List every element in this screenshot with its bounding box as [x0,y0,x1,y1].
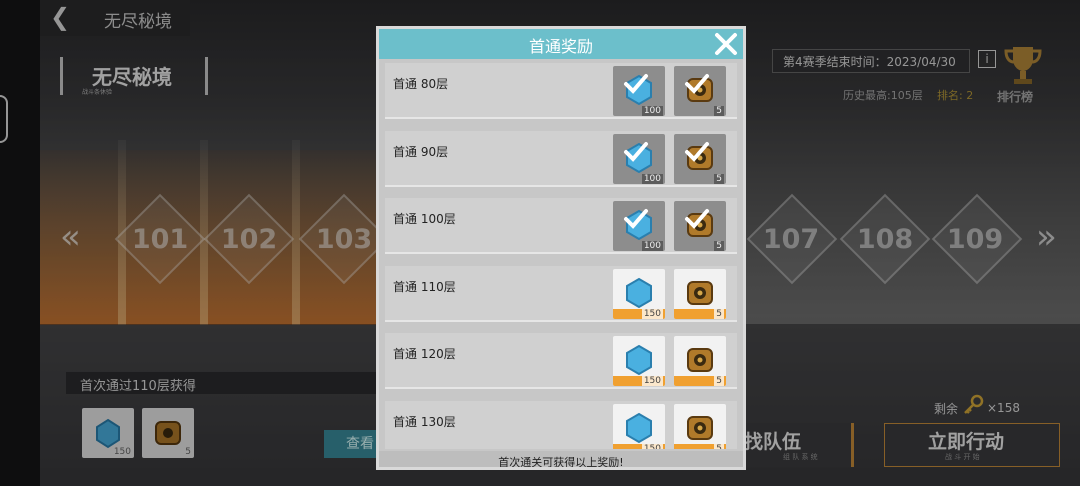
check-icon [685,141,709,162]
reward-item-crystal[interactable]: 150 [613,268,665,319]
reward-item-crystal[interactable]: 100 [613,133,665,184]
check-icon [624,209,648,229]
reward-item-crystal[interactable]: 100 [613,66,665,116]
reward-row-label: 首通 90层 [393,144,449,159]
reward-row-label: 首通 110层 [393,279,456,294]
reward-count: 5 [714,106,724,116]
modal-title: 首通奖励 [528,37,593,56]
reward-row: 首通 90层 100 5 [385,130,737,187]
crystal-icon [626,277,652,308]
check-icon [685,209,709,229]
reward-item-gear-chest[interactable]: 5 [674,133,726,184]
reward-row-label: 首通 120层 [393,347,456,361]
reward-count: 150 [641,376,663,386]
crystal-icon [626,412,652,443]
reward-item-crystal[interactable]: 150 [613,336,665,386]
reward-item-crystal[interactable]: 150 [613,403,665,449]
gear-chest-icon [687,415,713,440]
check-icon [624,74,648,94]
check-icon [624,141,648,162]
reward-count: 150 [641,443,663,449]
reward-item-gear-chest[interactable]: 5 [674,403,726,449]
reward-count: 5 [714,376,724,386]
reward-row: 首通 120层 150 5 [385,333,737,389]
reward-list[interactable]: 首通 80层 100 5 首通 90层 100 5 首通 100层 100 5 首通 110层 15… [385,63,737,449]
reward-count: 5 [714,173,724,184]
modal-footer-text: 首次通关可获得以上奖励! [498,456,624,469]
reward-count: 5 [714,308,724,319]
reward-item-gear-chest[interactable]: 5 [674,201,726,251]
reward-count: 100 [641,106,663,116]
reward-row-label: 首通 130层 [393,414,456,429]
first-clear-rewards-modal: 首通奖励 首通 80层 100 5 首通 90层 100 5 首通 100层 100 5 首通 1… [376,26,746,470]
reward-row: 首通 80层 100 5 [385,63,737,119]
reward-count: 5 [714,241,724,251]
reward-item-gear-chest[interactable]: 5 [674,66,726,116]
reward-item-gear-chest[interactable]: 5 [674,268,726,319]
crystal-icon [626,344,652,376]
reward-count: 5 [714,443,724,449]
reward-row-label: 首通 100层 [393,212,456,226]
reward-count: 100 [641,241,663,251]
close-icon[interactable] [713,31,739,57]
reward-item-gear-chest[interactable]: 5 [674,336,726,386]
check-icon [685,74,709,94]
reward-count: 150 [641,308,663,319]
reward-row-label: 首通 80层 [393,77,449,91]
reward-row: 首通 130层 150 5 [385,400,737,449]
reward-row: 首通 110层 150 5 [385,265,737,322]
gear-chest-icon [687,348,713,372]
gear-chest-icon [687,280,713,305]
reward-count: 100 [641,173,663,184]
reward-item-crystal[interactable]: 100 [613,201,665,251]
reward-row: 首通 100层 100 5 [385,198,737,254]
